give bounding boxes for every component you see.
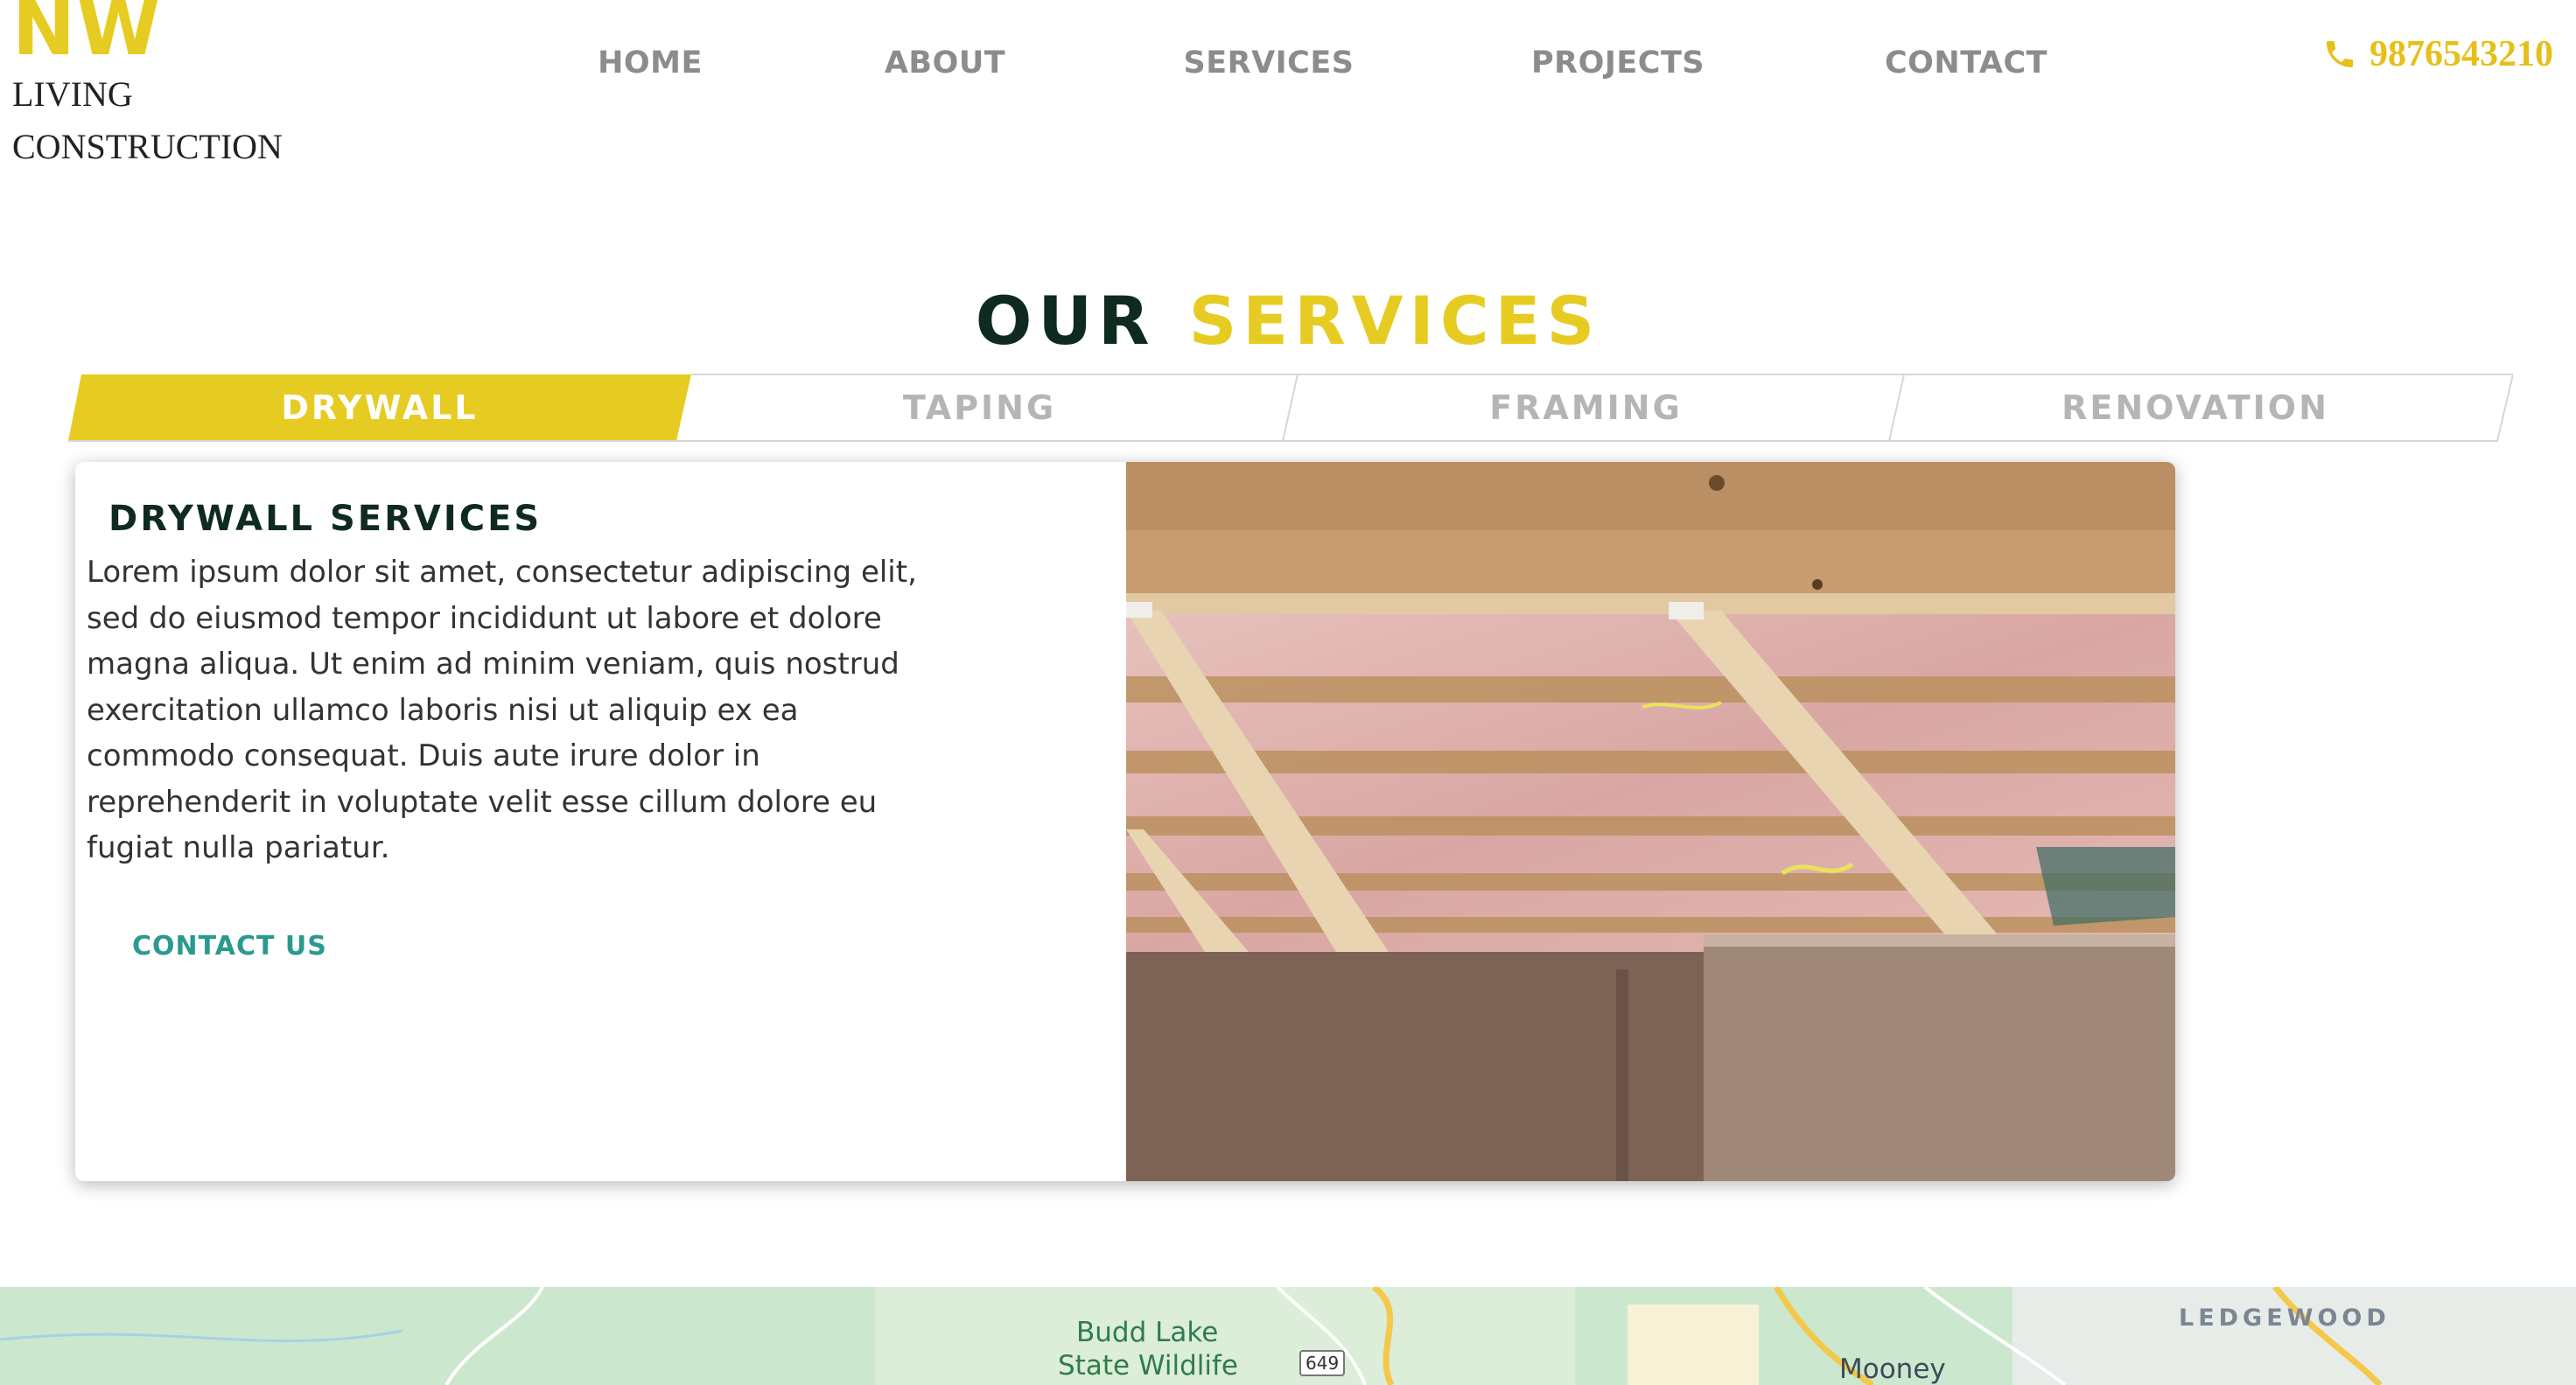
- map-label-state-wildlife: State Wildlife: [1058, 1350, 1238, 1382]
- route-shield: 649: [1299, 1350, 1346, 1376]
- phone-link[interactable]: 9876543210: [2322, 33, 2553, 75]
- nav-projects[interactable]: PROJECTS: [1531, 45, 1704, 80]
- nav-contact[interactable]: CONTACT: [1885, 45, 2048, 80]
- tab-framing[interactable]: FRAMING: [1283, 373, 1889, 443]
- location-map[interactable]: Budd Lake State Wildlife 649 Mooney LEDG…: [0, 1287, 2576, 1385]
- contact-us-link[interactable]: CONTACT US: [132, 931, 327, 962]
- service-tabs: DRYWALL TAPING FRAMING RENOVATION: [68, 373, 2513, 443]
- main-nav: HOME ABOUT SERVICES PROJECTS CONTACT: [0, 45, 2576, 98]
- nav-services[interactable]: SERVICES: [1184, 45, 1354, 80]
- nav-home[interactable]: HOME: [598, 45, 703, 80]
- drywall-photo: [1126, 462, 2175, 1181]
- tab-drywall[interactable]: DRYWALL: [68, 373, 691, 443]
- tab-taping[interactable]: TAPING: [676, 373, 1283, 443]
- phone-icon: [2327, 41, 2353, 67]
- map-label-budd-lake: Budd Lake: [1076, 1317, 1219, 1348]
- phone-number: 9876543210: [2370, 34, 2553, 74]
- section-title-services: SERVICES: [1188, 282, 1601, 360]
- map-background: [0, 1287, 2576, 1385]
- tab-renovation[interactable]: RENOVATION: [1889, 373, 2502, 443]
- card-description: Lorem ipsum dolor sit amet, consectetur …: [87, 555, 917, 865]
- nav-about[interactable]: ABOUT: [885, 45, 1005, 80]
- service-card: DRYWALL SERVICES Lorem ipsum dolor sit a…: [75, 462, 2175, 1181]
- map-label-ledgewood: LEDGEWOOD: [2179, 1305, 2390, 1332]
- section-title: OUR SERVICES: [0, 282, 2576, 360]
- card-heading: DRYWALL SERVICES: [108, 499, 542, 539]
- section-title-our: OUR: [975, 282, 1156, 360]
- logo-line-construction: CONSTRUCTION: [12, 127, 283, 166]
- map-label-mooney: Mooney: [1839, 1354, 1946, 1385]
